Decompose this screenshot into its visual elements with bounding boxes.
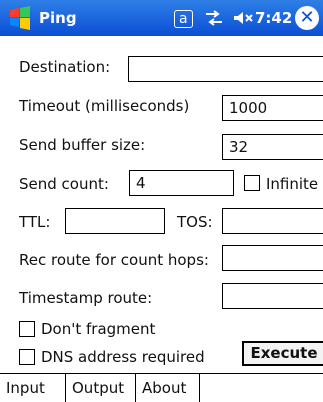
status-a-indicator: a [174, 8, 193, 28]
execute-button[interactable]: Execute [242, 341, 323, 366]
close-button[interactable]: ✕ [295, 6, 319, 30]
dns-address-required-label: DNS address required [41, 348, 205, 366]
ttl-input[interactable] [65, 208, 165, 234]
title-bar: Ping a 7:42 ✕ [0, 0, 323, 36]
windows-flag-icon[interactable] [8, 6, 32, 30]
send-buffer-size-label: Send buffer size: [19, 136, 146, 154]
timeout-input[interactable]: 1000 [222, 95, 323, 121]
rec-route-label: Rec route for count hops: [19, 251, 209, 269]
tab-output[interactable]: Output [66, 374, 136, 402]
status-a-text: a [174, 10, 193, 28]
tos-input[interactable] [222, 208, 323, 234]
clock-time[interactable]: 7:42 [255, 8, 292, 28]
tab-input[interactable]: Input [0, 374, 66, 402]
dont-fragment-label: Don't fragment [41, 320, 156, 338]
network-icon[interactable] [203, 8, 225, 28]
dont-fragment-checkbox[interactable] [19, 321, 35, 337]
infinite-label: Infinite [266, 175, 319, 193]
timestamp-route-label: Timestamp route: [19, 289, 153, 307]
close-icon: ✕ [299, 7, 315, 28]
rec-route-input[interactable] [222, 245, 323, 271]
volume-muted-icon[interactable] [232, 8, 254, 28]
destination-input[interactable] [128, 56, 323, 82]
ttl-label: TTL: [19, 213, 51, 231]
tos-label: TOS: [177, 213, 213, 231]
send-buffer-size-input[interactable]: 32 [222, 134, 323, 160]
tab-about[interactable]: About [136, 374, 200, 402]
destination-label: Destination: [19, 58, 111, 76]
infinite-checkbox[interactable] [244, 175, 260, 191]
send-count-input[interactable]: 4 [129, 170, 234, 196]
timestamp-route-input[interactable] [222, 283, 323, 309]
send-count-label: Send count: [19, 175, 109, 193]
tab-bar: Input Output About [0, 373, 323, 402]
timeout-label: Timeout (milliseconds) [19, 97, 190, 115]
app-title: Ping [39, 9, 77, 27]
dns-address-required-checkbox[interactable] [19, 349, 35, 365]
